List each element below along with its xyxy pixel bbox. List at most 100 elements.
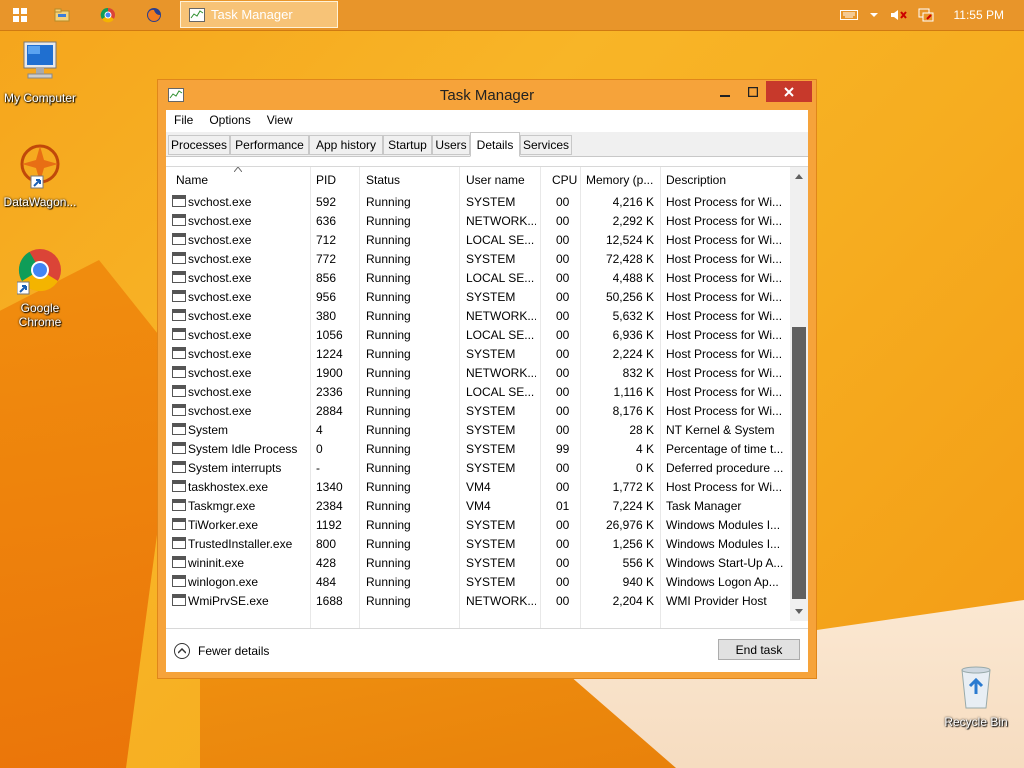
desktop-icon-label: Chrome xyxy=(18,315,62,329)
table-row[interactable]: svchost.exe 712 Running LOCAL SE... 00 12,524… xyxy=(166,231,790,250)
table-row[interactable]: winlogon.exe 484 Running SYSTEM 00 940 K Windo… xyxy=(166,573,790,592)
end-task-button[interactable]: End task xyxy=(718,639,800,660)
cell-cpu: 00 xyxy=(556,328,570,342)
table-row[interactable]: System 4 Running SYSTEM 00 28 K NT Kernel & Sy… xyxy=(166,421,790,440)
cell-cpu: 00 xyxy=(556,385,570,399)
scroll-thumb[interactable] xyxy=(792,327,806,599)
title-bar[interactable]: Task Manager xyxy=(158,80,816,110)
cell-user: VM4 xyxy=(466,499,491,513)
table-row[interactable]: TrustedInstaller.exe 800 Running SYSTEM 00 1,… xyxy=(166,535,790,554)
cell-desc: Host Process for Wi... xyxy=(666,233,783,247)
menu-view[interactable]: View xyxy=(259,113,301,127)
scroll-up-button[interactable] xyxy=(790,167,808,185)
table-row[interactable]: wininit.exe 428 Running SYSTEM 00 556 K Window… xyxy=(166,554,790,573)
cell-pid: 1688 xyxy=(316,594,343,608)
column-header-pid[interactable]: PID xyxy=(316,173,336,193)
taskbar-chrome[interactable] xyxy=(90,3,126,27)
cell-name: svchost.exe xyxy=(188,233,252,247)
keyboard-icon[interactable] xyxy=(839,8,858,22)
cell-desc: NT Kernel & System xyxy=(666,423,775,437)
cell-mem: 2,204 K xyxy=(612,594,654,608)
column-header-user-name[interactable]: User name xyxy=(466,173,525,193)
cell-user: SYSTEM xyxy=(466,556,516,570)
table-row[interactable]: svchost.exe 1056 Running LOCAL SE... 00 6,936… xyxy=(166,326,790,345)
cell-name: svchost.exe xyxy=(188,366,252,380)
taskbar-task-manager[interactable]: Task Manager xyxy=(180,1,338,28)
desktop-icon-datawagon[interactable]: DataWagon... xyxy=(0,142,80,209)
maximize-button[interactable] xyxy=(740,81,766,102)
tab-app-history[interactable]: App history xyxy=(309,135,383,155)
tab-startup[interactable]: Startup xyxy=(383,135,432,155)
table-row[interactable]: svchost.exe 2884 Running SYSTEM 00 8,176 K Hos… xyxy=(166,402,790,421)
taskbar-file-explorer[interactable] xyxy=(44,3,80,27)
chevron-up-icon[interactable] xyxy=(868,8,880,22)
tab-details[interactable]: Details xyxy=(470,132,520,157)
column-header-description[interactable]: Description xyxy=(666,173,726,193)
desktop-icon-recycle-bin[interactable]: Recycle Bin xyxy=(936,664,1016,729)
cell-pid: 380 xyxy=(316,309,337,323)
cell-mem: 4,488 K xyxy=(612,271,654,285)
desktop-icon-google-chrome[interactable]: Google Chrome xyxy=(0,246,80,329)
start-button[interactable] xyxy=(2,3,38,27)
desktop-icon-my-computer[interactable]: My Computer xyxy=(0,40,80,105)
cell-status: Running xyxy=(366,328,411,342)
menu-bar: File Options View xyxy=(166,110,808,130)
cell-status: Running xyxy=(366,480,411,494)
close-button[interactable] xyxy=(766,81,812,102)
taskbar-firefox[interactable] xyxy=(136,3,172,27)
tab-users[interactable]: Users xyxy=(432,135,470,155)
table-row[interactable]: svchost.exe 956 Running SYSTEM 00 50,256 K Hos… xyxy=(166,288,790,307)
cell-pid: 1224 xyxy=(316,347,343,361)
minimize-button[interactable] xyxy=(712,81,738,102)
fewer-details-label: Fewer details xyxy=(198,644,270,658)
table-row[interactable]: System Idle Process 0 Running SYSTEM 99 4 K Pe… xyxy=(166,440,790,459)
cell-cpu: 00 xyxy=(556,271,570,285)
table-row[interactable]: TiWorker.exe 1192 Running SYSTEM 00 26,976 K W… xyxy=(166,516,790,535)
tab-performance[interactable]: Performance xyxy=(230,135,309,155)
cell-pid: 4 xyxy=(316,423,323,437)
cell-name: svchost.exe xyxy=(188,214,252,228)
network-icon[interactable] xyxy=(918,8,936,22)
cell-desc: WMI Provider Host xyxy=(666,594,767,608)
clock[interactable]: 11:55 PM xyxy=(954,8,1004,22)
scroll-down-button[interactable] xyxy=(790,603,808,621)
cell-user: NETWORK... xyxy=(466,594,536,608)
cell-mem: 28 K xyxy=(629,423,654,437)
table-row[interactable]: svchost.exe 1224 Running SYSTEM 00 2,224 K Hos… xyxy=(166,345,790,364)
cell-desc: Windows Start-Up A... xyxy=(666,556,784,570)
column-header-cpu[interactable]: CPU xyxy=(552,173,577,193)
cell-cpu: 00 xyxy=(556,233,570,247)
table-row[interactable]: svchost.exe 1900 Running NETWORK... 00 832 K H… xyxy=(166,364,790,383)
volume-muted-icon[interactable] xyxy=(890,8,908,22)
table-row[interactable]: svchost.exe 592 Running SYSTEM 00 4,216 K Host… xyxy=(166,193,790,212)
table-row[interactable]: taskhostex.exe 1340 Running VM4 00 1,772 K Hos… xyxy=(166,478,790,497)
tab-services[interactable]: Services xyxy=(520,135,572,155)
table-row[interactable]: svchost.exe 856 Running LOCAL SE... 00 4,488 … xyxy=(166,269,790,288)
cell-pid: 712 xyxy=(316,233,337,247)
cell-name: System interrupts xyxy=(188,461,282,475)
cell-cpu: 00 xyxy=(556,309,570,323)
chrome-icon xyxy=(0,246,80,299)
column-header-memory[interactable]: Memory (p... xyxy=(586,173,653,193)
table-row[interactable]: WmiPrvSE.exe 1688 Running NETWORK... 00 2,204… xyxy=(166,592,790,611)
cell-name: svchost.exe xyxy=(188,195,252,209)
cell-name: svchost.exe xyxy=(188,385,252,399)
vertical-scrollbar[interactable] xyxy=(790,167,808,621)
table-row[interactable]: Taskmgr.exe 2384 Running VM4 01 7,224 K Task M… xyxy=(166,497,790,516)
cell-name: svchost.exe xyxy=(188,404,252,418)
table-row[interactable]: svchost.exe 380 Running NETWORK... 00 5,632 K… xyxy=(166,307,790,326)
fewer-details-button[interactable]: Fewer details xyxy=(174,643,269,659)
cell-status: Running xyxy=(366,271,411,285)
cell-desc: Host Process for Wi... xyxy=(666,347,783,361)
tab-processes[interactable]: Processes xyxy=(168,135,230,155)
cell-mem: 832 K xyxy=(622,366,654,380)
column-header-status[interactable]: Status xyxy=(366,173,400,193)
table-row[interactable]: svchost.exe 636 Running NETWORK... 00 2,292 K… xyxy=(166,212,790,231)
column-header-name[interactable]: Name xyxy=(176,173,208,193)
menu-file[interactable]: File xyxy=(166,113,201,127)
table-row[interactable]: svchost.exe 2336 Running LOCAL SE... 00 1,116… xyxy=(166,383,790,402)
table-row[interactable]: System interrupts - Running SYSTEM 00 0 K Defe… xyxy=(166,459,790,478)
table-row[interactable]: svchost.exe 772 Running SYSTEM 00 72,428 K Hos… xyxy=(166,250,790,269)
cell-user: NETWORK... xyxy=(466,309,536,323)
menu-options[interactable]: Options xyxy=(201,113,258,127)
